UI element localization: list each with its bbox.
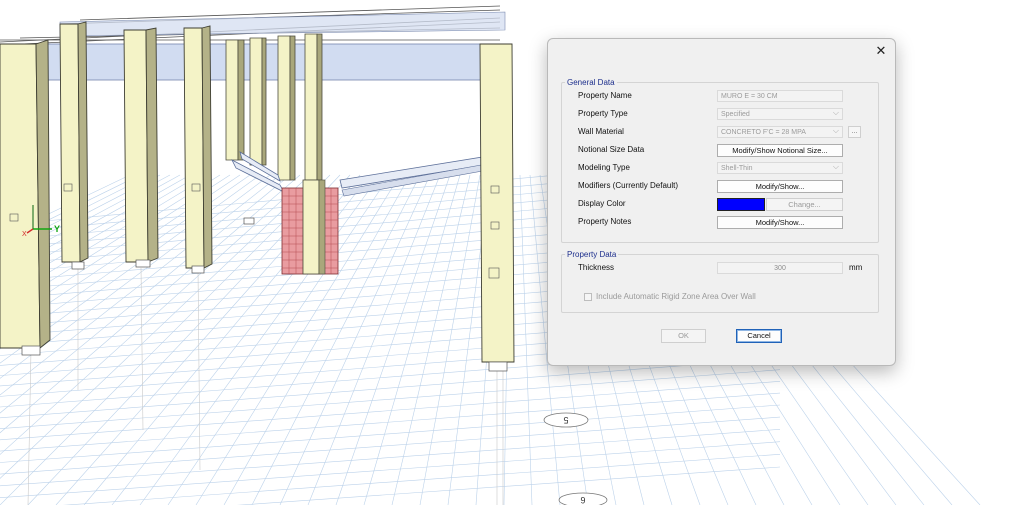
wall-property-dialog: ✕ General Data Property Name MURO E = 30… <box>547 38 896 366</box>
grid-line <box>0 369 781 430</box>
wall-material-select[interactable]: CONCRETO F'C = 28 MPA <box>717 125 843 138</box>
grid-label-5: 5 <box>563 415 568 425</box>
grid-label-6: 6 <box>580 495 585 505</box>
display-color-swatch <box>717 198 765 211</box>
grid-line <box>519 174 533 505</box>
display-color-label: Display Color <box>578 199 626 208</box>
modifiers-label: Modifiers (Currently Default) <box>578 181 679 190</box>
grid-line <box>0 429 781 487</box>
property-type-select[interactable]: Specified <box>717 107 843 120</box>
rigid-zone-label: Include Automatic Rigid Zone Area Over W… <box>596 292 756 301</box>
general-data-legend: General Data <box>567 78 615 87</box>
grid-bubble-6: 6 <box>558 492 608 505</box>
grid-line <box>236 466 781 505</box>
property-type-label: Property Type <box>578 109 628 118</box>
modifiers-button[interactable]: Modify/Show... <box>717 180 843 193</box>
grid-bubble-5: 5 <box>543 412 589 428</box>
grid-line <box>391 174 471 505</box>
property-notes-button[interactable]: Modify/Show... <box>717 216 843 229</box>
shear-wall <box>281 179 339 275</box>
axis-y-label: Y <box>54 224 60 234</box>
modeling-type-select[interactable]: Shell-Thin <box>717 161 843 174</box>
notional-size-label: Notional Size Data <box>578 145 645 154</box>
close-icon[interactable]: ✕ <box>873 43 889 59</box>
grid-line <box>0 441 781 499</box>
axis-x-label: X <box>22 231 27 238</box>
grid-line <box>419 174 481 505</box>
modeling-type-label: Modeling Type <box>578 163 630 172</box>
general-data-group: General Data Property Name MURO E = 30 C… <box>561 78 879 243</box>
thickness-field[interactable]: 300 <box>717 262 843 274</box>
wall-material-label: Wall Material <box>578 127 624 136</box>
property-notes-label: Property Notes <box>578 217 632 226</box>
grid-line <box>335 174 451 505</box>
ok-button[interactable]: OK <box>661 329 706 343</box>
change-color-button[interactable]: Change... <box>766 198 843 211</box>
grid-line <box>62 453 781 505</box>
property-name-field[interactable]: MURO E = 30 CM <box>717 90 843 102</box>
grid-line <box>0 404 781 463</box>
wall-material-browse-button[interactable]: ... <box>848 126 861 138</box>
notional-size-button[interactable]: Modify/Show Notional Size... <box>717 144 843 157</box>
property-data-legend: Property Data <box>567 250 617 259</box>
cancel-button[interactable]: Cancel <box>736 329 782 343</box>
property-data-group: Property Data Thickness 300 mm Include A… <box>561 250 879 313</box>
grid-line <box>363 174 461 505</box>
grid-line <box>0 392 781 452</box>
property-name-label: Property Name <box>578 91 632 100</box>
rigid-zone-checkbox[interactable] <box>584 293 592 301</box>
thickness-label: Thickness <box>578 263 615 272</box>
thickness-unit: mm <box>849 263 863 272</box>
